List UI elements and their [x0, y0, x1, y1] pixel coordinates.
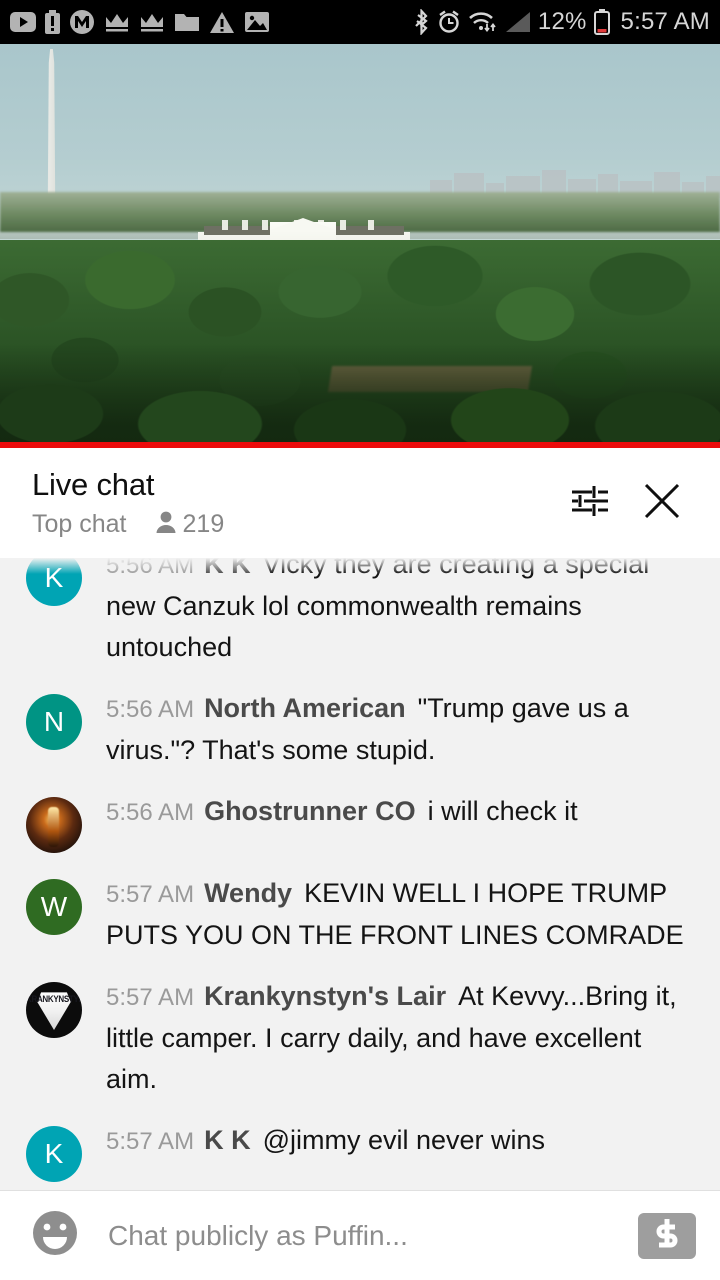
- message-author[interactable]: Krankynstyn's Lair: [204, 981, 446, 1011]
- avatar[interactable]: W: [26, 879, 82, 935]
- message-timestamp: 5:56 AM: [106, 558, 195, 579]
- avatar[interactable]: KRANKYNSTYN: [26, 982, 82, 1038]
- chat-message-row[interactable]: 5:56 AM Ghostrunner CO i will check it: [0, 791, 720, 853]
- alarm-clock-icon: [437, 10, 461, 34]
- message-author[interactable]: Ghostrunner CO: [204, 796, 416, 826]
- emoji-picker-button[interactable]: [28, 1209, 82, 1263]
- cell-signal-icon: [505, 10, 531, 34]
- chat-message-body: 5:56 AM K K Vicky they are creating a spec…: [106, 558, 694, 668]
- video-player[interactable]: [0, 44, 720, 448]
- battery-alert-icon: [45, 10, 60, 34]
- status-bar-clock: 5:57 AM: [620, 8, 710, 35]
- chat-message-body: 5:57 AM Krankynstyn's Lair At Kevvy...Brin…: [106, 976, 694, 1100]
- dollar-sign-icon: [650, 1216, 684, 1255]
- message-timestamp: 5:56 AM: [106, 696, 195, 723]
- chat-input-bar: [0, 1190, 720, 1280]
- avatar-letter: W: [40, 891, 68, 922]
- avatar[interactable]: K: [26, 558, 82, 606]
- message-author[interactable]: K K: [204, 1125, 251, 1155]
- chat-message-body: 5:56 AM Ghostrunner CO i will check it: [106, 791, 694, 833]
- chat-input[interactable]: [108, 1219, 624, 1252]
- live-chat-header: Live chat Top chat 219: [0, 448, 720, 558]
- foreground-trees: [0, 344, 720, 448]
- battery-low-icon: [593, 9, 610, 35]
- message-timestamp: 5:56 AM: [106, 799, 195, 826]
- chat-message-row[interactable]: N 5:56 AM North American "Trump gave us a …: [0, 688, 720, 771]
- chat-message-row[interactable]: K 5:56 AM K K Vicky they are creating a sp…: [0, 558, 720, 668]
- message-author[interactable]: Wendy: [204, 878, 292, 908]
- status-bar-notification-icons: [10, 9, 413, 35]
- close-x-icon: [640, 479, 684, 528]
- avatar-letter: N: [43, 706, 65, 737]
- chat-message-body: 5:57 AM K K @jimmy evil never wins: [106, 1120, 694, 1162]
- status-bar-system-icons: 12% 5:57 AM: [413, 8, 710, 36]
- chat-message-body: 5:56 AM North American "Trump gave us a vi…: [106, 688, 694, 771]
- viewer-count-label: 219: [182, 509, 225, 538]
- message-text: i will check it: [427, 796, 578, 826]
- chat-message-list[interactable]: K 5:56 AM K K Vicky they are creating a sp…: [0, 558, 720, 1190]
- m-circle-icon: [69, 9, 95, 35]
- youtube-icon: [10, 12, 36, 32]
- wifi-transfer-icon: [468, 10, 498, 34]
- avatar[interactable]: [26, 797, 82, 853]
- message-author[interactable]: K K: [204, 558, 251, 579]
- message-timestamp: 5:57 AM: [106, 984, 195, 1011]
- chat-message-row[interactable]: W 5:57 AM Wendy KEVIN WELL I HOPE TRUMP PU…: [0, 873, 720, 956]
- battery-percent-label: 12%: [537, 8, 587, 35]
- bluetooth-icon: [413, 9, 430, 35]
- tune-sliders-icon: [568, 481, 612, 526]
- page-title: Live chat: [32, 467, 155, 503]
- superchat-button[interactable]: [638, 1212, 696, 1259]
- avatar-letter: K: [44, 1138, 64, 1169]
- crown-icon: [139, 11, 165, 33]
- message-timestamp: 5:57 AM: [106, 1128, 195, 1155]
- close-chat-button[interactable]: [626, 467, 698, 539]
- chat-header-titles: Live chat Top chat 219: [32, 467, 554, 539]
- message-timestamp: 5:57 AM: [106, 881, 195, 908]
- avatar[interactable]: N: [26, 694, 82, 750]
- person-icon: [155, 510, 177, 539]
- avatar-caption: KRANKYNSTYN: [26, 994, 82, 1005]
- chat-message-row[interactable]: KRANKYNSTYN 5:57 AM Krankynstyn's Lair At …: [0, 976, 720, 1100]
- image-icon: [244, 11, 270, 33]
- avatar-letter: K: [44, 562, 64, 593]
- warning-triangle-icon: [209, 11, 235, 34]
- message-text: @jimmy evil never wins: [262, 1125, 546, 1155]
- chat-message-body: 5:57 AM Wendy KEVIN WELL I HOPE TRUMP PUTS…: [106, 873, 694, 956]
- crown-icon: [104, 11, 130, 33]
- chat-settings-button[interactable]: [554, 467, 626, 539]
- emoji-smiley-icon: [29, 1207, 81, 1264]
- chat-mode-label[interactable]: Top chat: [32, 510, 127, 539]
- chat-message-row[interactable]: K 5:57 AM K K @jimmy evil never wins: [0, 1120, 720, 1182]
- viewer-count-group: 219: [155, 509, 225, 539]
- avatar[interactable]: K: [26, 1126, 82, 1182]
- status-bar: 12% 5:57 AM: [0, 0, 720, 44]
- folder-icon: [174, 11, 200, 33]
- message-author[interactable]: North American: [204, 693, 406, 723]
